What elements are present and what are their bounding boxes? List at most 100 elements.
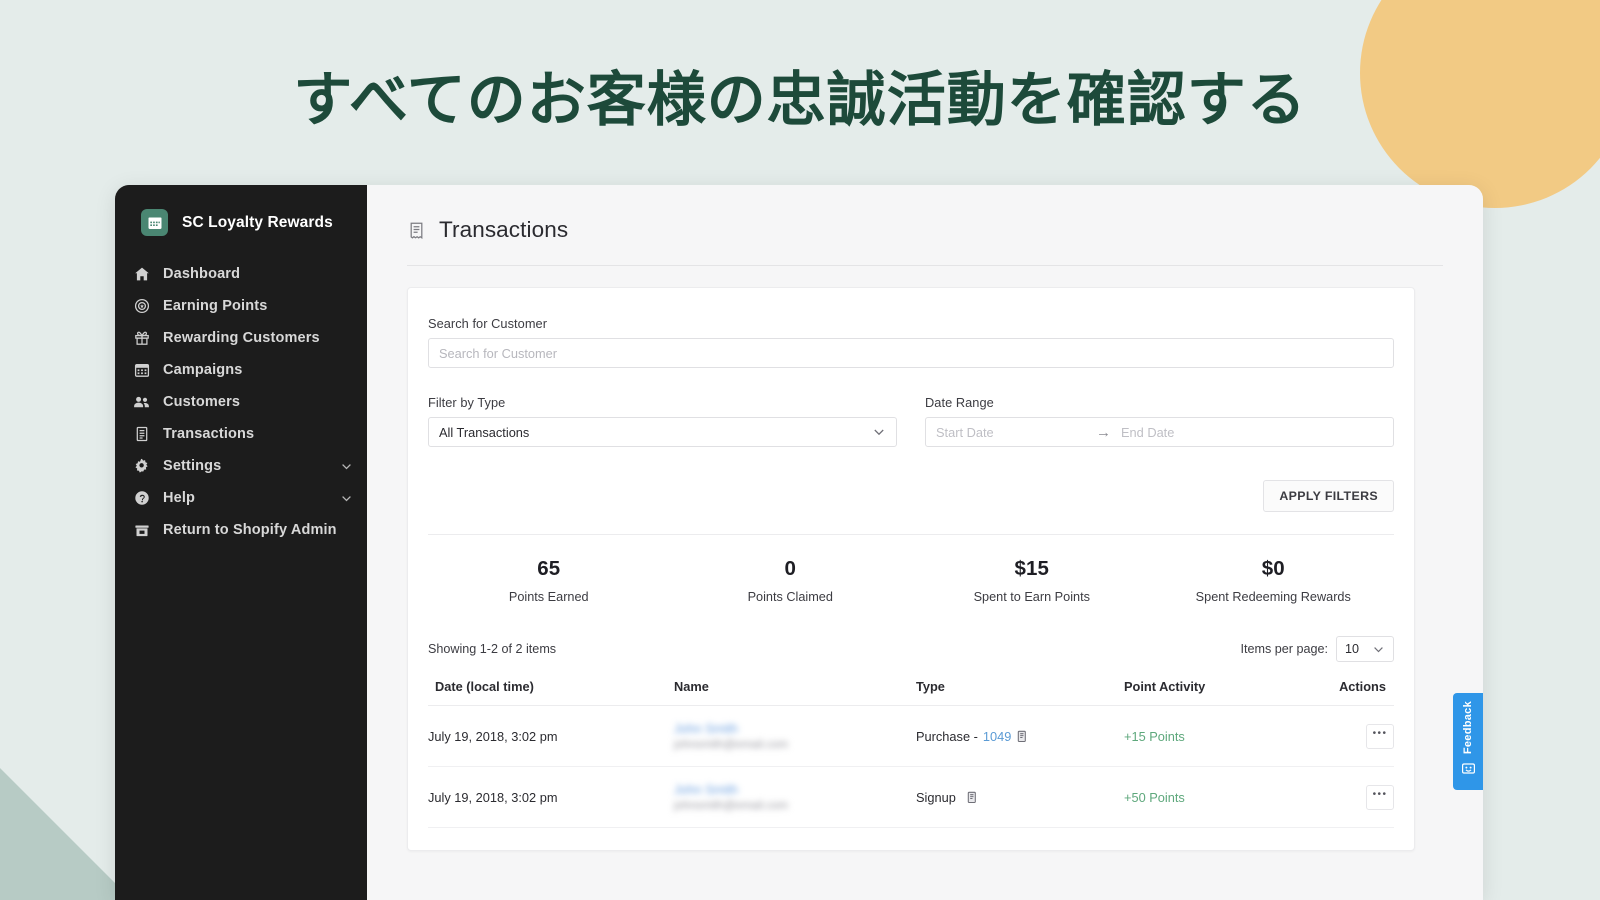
start-date-input[interactable] <box>926 418 1096 446</box>
sidebar-item-label: Dashboard <box>163 266 241 282</box>
gear-icon <box>133 458 150 475</box>
sidebar-item-label: Transactions <box>163 426 255 442</box>
sidebar-item-label: Rewarding Customers <box>163 330 320 346</box>
stat-value: 65 <box>537 557 561 580</box>
stat-spent-redeeming-rewards: $0 Spent Redeeming Rewards <box>1153 557 1395 604</box>
sidebar-item-campaigns[interactable]: Campaigns <box>115 354 367 386</box>
sidebar-item-dashboard[interactable]: Dashboard <box>115 258 367 290</box>
column-header-name: Name <box>674 679 916 706</box>
filter-by-type-group: Filter by Type All Transactions <box>428 395 897 447</box>
order-id-link[interactable]: 1049 <box>983 729 1011 744</box>
range-arrow-icon: → <box>1096 423 1111 441</box>
type-content: Signup <box>916 790 1124 805</box>
calendar-icon <box>133 362 150 379</box>
table-header-row: Date (local time) Name Type Point Activi… <box>428 679 1394 706</box>
stat-label: Points Claimed <box>747 590 833 604</box>
stat-label: Points Earned <box>508 590 589 604</box>
column-header-point-activity: Point Activity <box>1124 679 1329 706</box>
point-activity-value: +50 Points <box>1124 789 1185 805</box>
cell-name: John Smith johnsmith@email.com <box>674 705 916 767</box>
customer-email: johnsmith@email.com <box>674 799 789 812</box>
showing-count: Showing 1-2 of 2 items <box>428 642 557 656</box>
row-actions-button[interactable]: ••• <box>1366 784 1394 810</box>
filter-by-type-select[interactable]: All Transactions <box>428 417 897 447</box>
table-row: July 19, 2018, 3:02 pm John Smith johnsm… <box>428 766 1394 828</box>
sidebar-item-earning-points[interactable]: Earning Points <box>115 290 367 322</box>
chevron-down-icon[interactable] <box>339 491 353 505</box>
apply-filters-row: APPLY FILTERS <box>428 480 1394 512</box>
customer-name-link[interactable]: John Smith <box>674 721 738 736</box>
page-title: Transactions <box>439 217 569 242</box>
people-icon <box>133 394 150 411</box>
stats-summary: 65 Points Earned 0 Points Claimed $15 Sp… <box>428 535 1394 610</box>
cell-date: July 19, 2018, 3:02 pm <box>428 705 674 767</box>
cell-date: July 19, 2018, 3:02 pm <box>428 766 674 828</box>
main-content: Transactions Search for Customer Filter … <box>367 185 1483 900</box>
chevron-down-icon <box>872 425 886 439</box>
date-range-label: Date Range <box>925 395 994 410</box>
smiley-face-icon <box>1461 761 1476 776</box>
cell-actions: ••• <box>1329 766 1394 828</box>
items-per-page-label: Items per page: <box>1240 642 1328 656</box>
sidebar-item-rewarding-customers[interactable]: Rewarding Customers <box>115 322 367 354</box>
cell-point-activity: +50 Points <box>1124 766 1329 828</box>
calendar-logo-icon <box>141 209 168 236</box>
stat-points-claimed: 0 Points Claimed <box>670 557 912 604</box>
column-header-actions: Actions <box>1329 679 1394 706</box>
table-head: Date (local time) Name Type Point Activi… <box>428 679 1394 706</box>
stat-value: $0 <box>1261 557 1285 580</box>
type-text: Purchase - <box>916 728 978 744</box>
stat-label: Spent Redeeming Rewards <box>1195 590 1351 604</box>
end-date-input[interactable] <box>1111 418 1393 446</box>
sidebar-item-customers[interactable]: Customers <box>115 386 367 418</box>
feedback-label: Feedback <box>1462 701 1474 755</box>
type-text: Signup <box>916 789 956 805</box>
filter-by-type-value: All Transactions <box>439 424 530 440</box>
hero-title: すべてのお客様の忠誠活動を確認する <box>293 67 1307 133</box>
cell-type: Signup <box>916 766 1124 828</box>
brand[interactable]: SC Loyalty Rewards <box>125 203 357 242</box>
row-actions-button[interactable]: ••• <box>1366 723 1394 749</box>
sidebar-item-label: Campaigns <box>163 362 243 378</box>
search-field-group: Search for Customer <box>428 316 1394 368</box>
items-per-page-select[interactable]: 10 <box>1335 636 1394 662</box>
date-range-group: Date Range → <box>925 395 1394 447</box>
chevron-down-icon[interactable] <box>339 459 353 473</box>
chevron-down-icon <box>1372 643 1385 656</box>
page-header: Transactions <box>367 185 1483 266</box>
sidebar-item-help[interactable]: Help <box>115 482 367 514</box>
sidebar-item-return-to-shopify-admin[interactable]: Return to Shopify Admin <box>115 514 367 546</box>
sidebar-item-label: Settings <box>163 458 222 474</box>
table-row: July 19, 2018, 3:02 pm John Smith johnsm… <box>428 705 1394 767</box>
sidebar-item-settings[interactable]: Settings <box>115 450 367 482</box>
gift-icon <box>133 330 150 347</box>
home-icon <box>133 266 150 283</box>
shop-icon <box>133 522 150 539</box>
apply-filters-button[interactable]: APPLY FILTERS <box>1263 480 1394 512</box>
items-per-page-value: 10 <box>1344 642 1359 656</box>
sidebar-item-label: Help <box>163 490 196 506</box>
app-window: SC Loyalty Rewards Dashboard Earning Poi… <box>115 185 1483 900</box>
column-header-type: Type <box>916 679 1124 706</box>
filters-and-results-card: Search for Customer Filter by Type All T… <box>407 287 1415 851</box>
sidebar-item-label: Customers <box>163 394 241 410</box>
stat-spent-to-earn-points: $15 Spent to Earn Points <box>911 557 1153 604</box>
filter-row: Filter by Type All Transactions Date Ran… <box>428 395 1394 447</box>
sidebar-item-transactions[interactable]: Transactions <box>115 418 367 450</box>
stat-value: $15 <box>1014 557 1049 580</box>
copy-icon[interactable] <box>1016 730 1029 743</box>
feedback-tab[interactable]: Feedback <box>1453 693 1483 790</box>
stat-value: 0 <box>784 557 796 580</box>
customer-name-link[interactable]: John Smith <box>674 782 738 797</box>
decorative-corner-triangle <box>0 768 132 900</box>
sidebar-item-label: Earning Points <box>163 298 268 314</box>
receipt-icon <box>407 221 426 240</box>
date-range-control: → <box>925 417 1394 447</box>
cell-name: John Smith johnsmith@email.com <box>674 766 916 828</box>
transactions-table: Date (local time) Name Type Point Activi… <box>428 679 1394 828</box>
list-meta: Showing 1-2 of 2 items Items per page: 1… <box>428 636 1394 662</box>
stat-label: Spent to Earn Points <box>973 590 1090 604</box>
copy-icon[interactable] <box>966 791 979 804</box>
cell-actions: ••• <box>1329 705 1394 767</box>
search-input[interactable] <box>428 338 1394 368</box>
